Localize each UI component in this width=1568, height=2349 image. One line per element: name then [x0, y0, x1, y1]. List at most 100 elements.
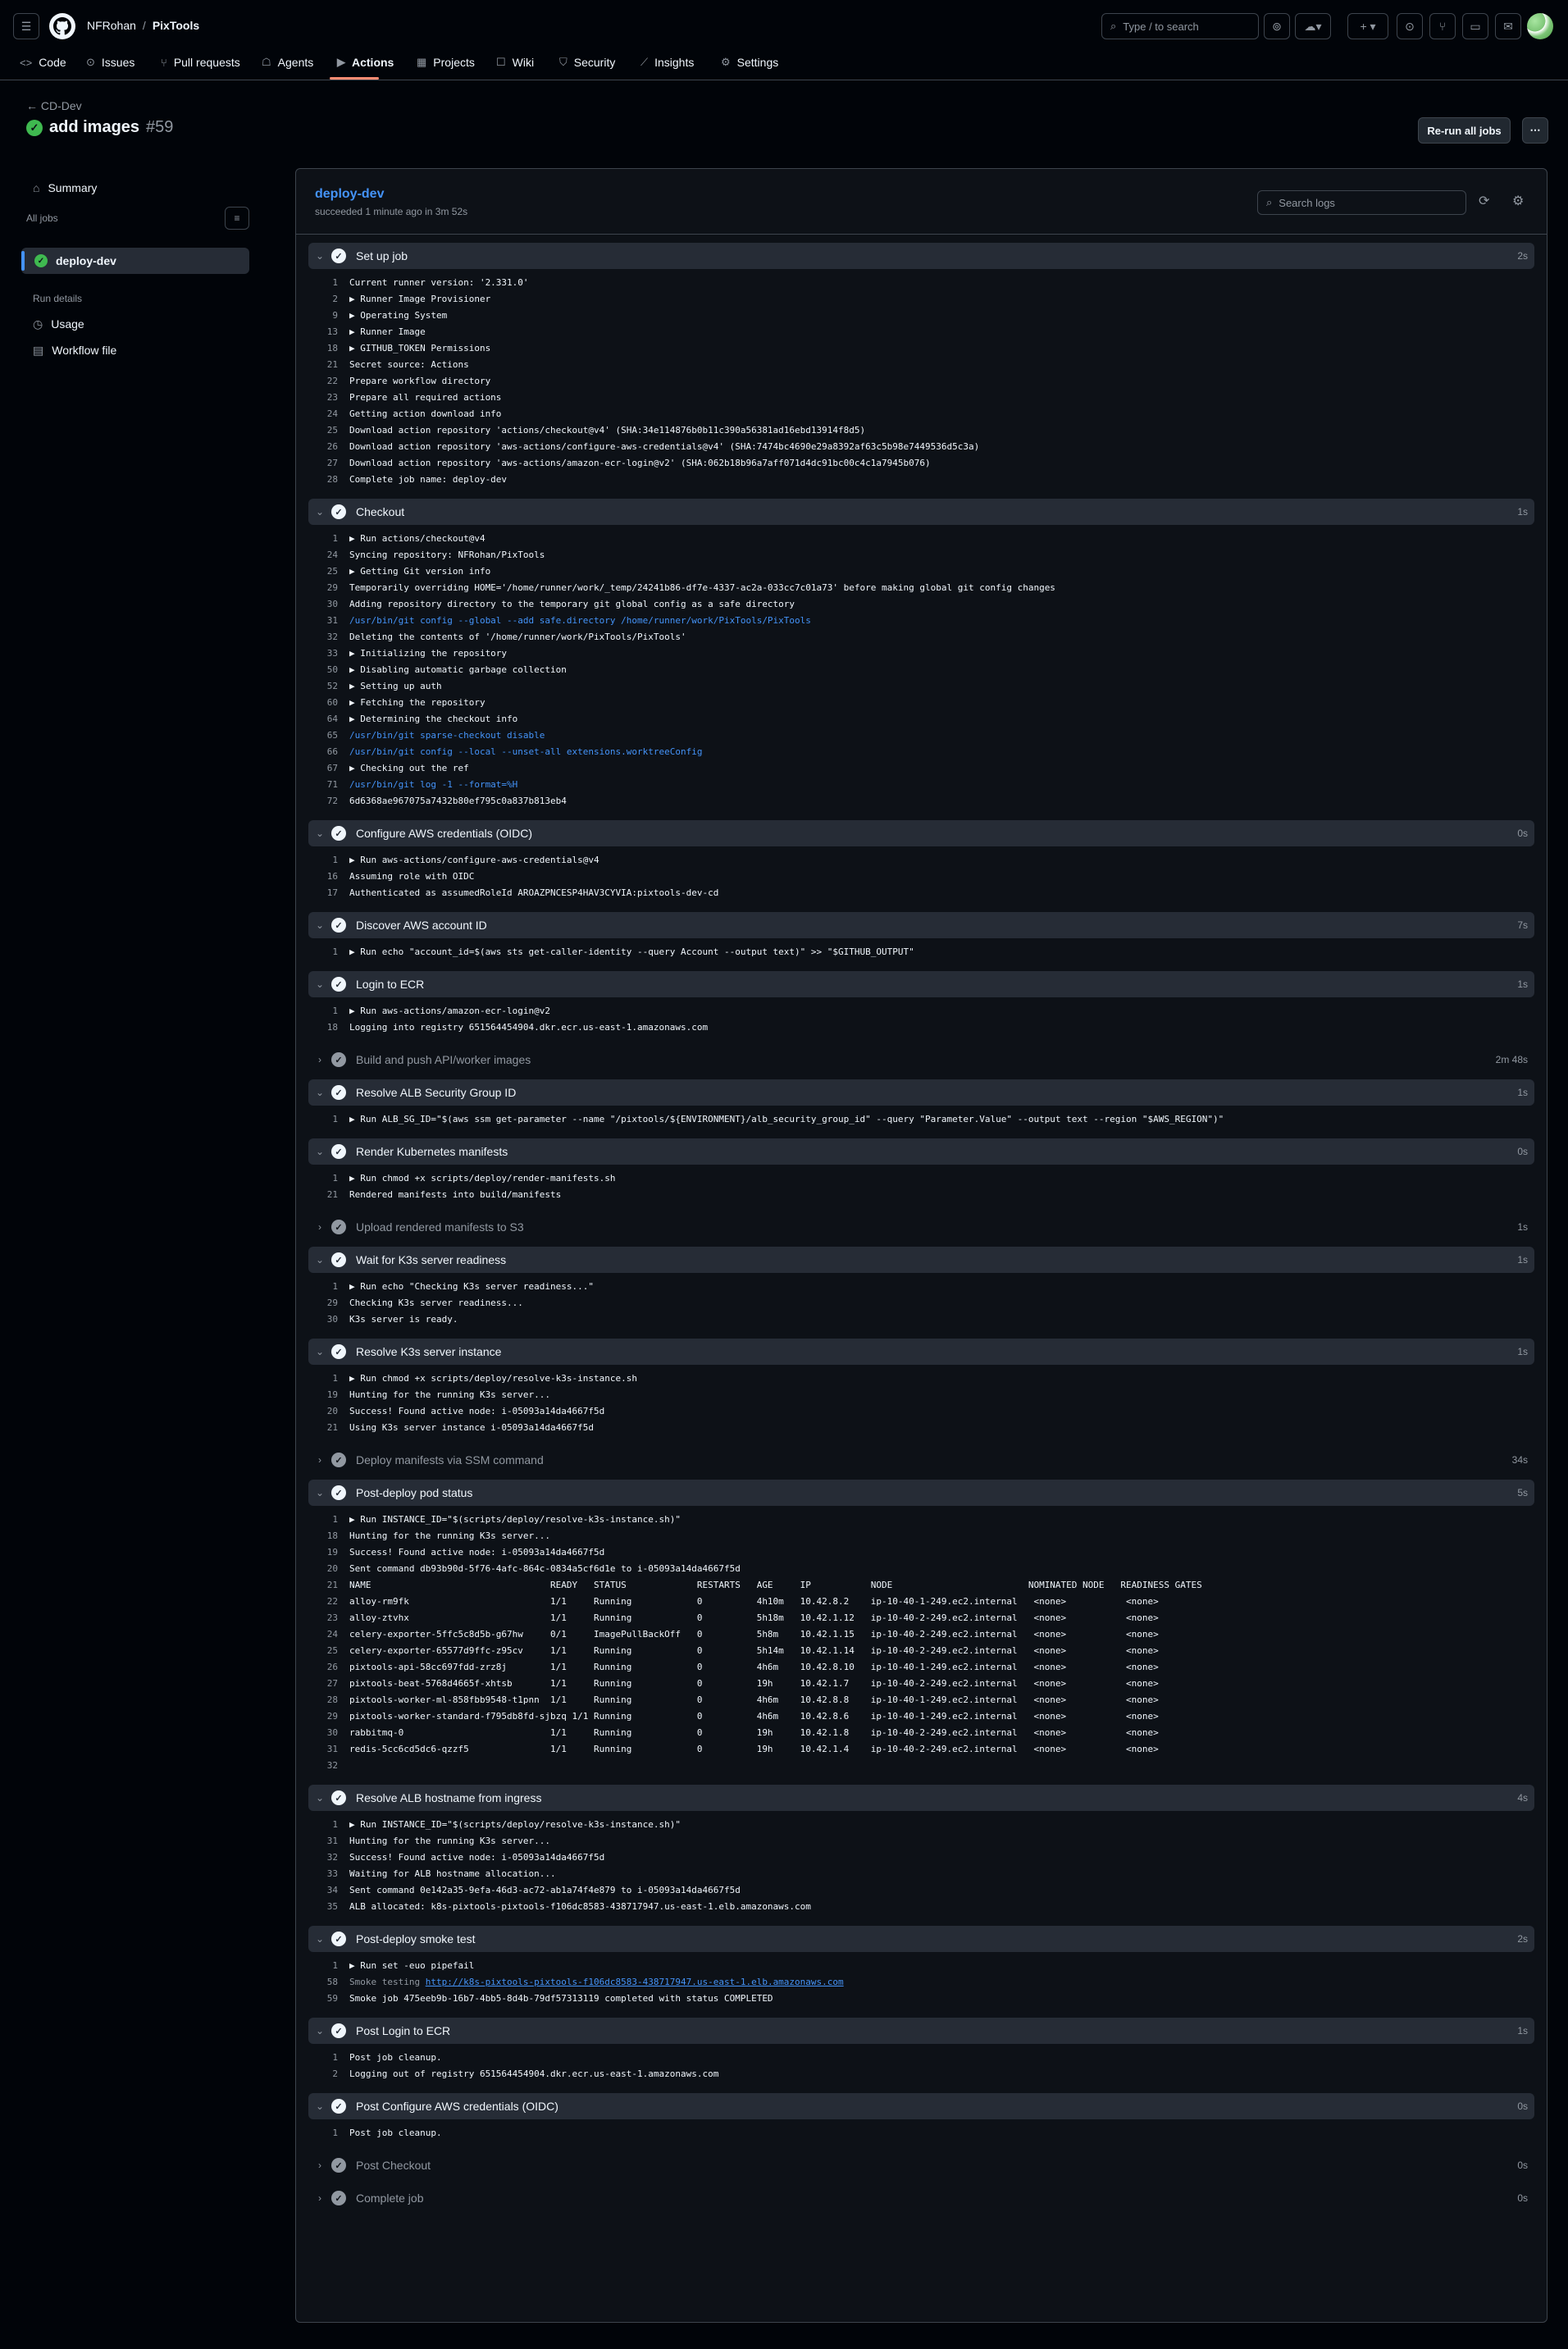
- line-number[interactable]: 30: [308, 1314, 349, 1325]
- line-number[interactable]: 64: [308, 714, 349, 724]
- issues-button[interactable]: ⊙: [1397, 13, 1423, 39]
- line-number[interactable]: 25: [308, 566, 349, 577]
- rerun-all-jobs-button[interactable]: Re-run all jobs: [1418, 117, 1511, 144]
- line-number[interactable]: 28: [308, 1694, 349, 1705]
- tab-wiki[interactable]: ☐ Wiki: [496, 52, 534, 72]
- avatar[interactable]: [1527, 13, 1553, 39]
- line-number[interactable]: 20: [308, 1406, 349, 1416]
- line-number[interactable]: 1: [308, 1960, 349, 1971]
- line-number[interactable]: 67: [308, 763, 349, 773]
- line-number[interactable]: 58: [308, 1977, 349, 1987]
- job-title[interactable]: deploy-dev: [315, 187, 384, 202]
- line-number[interactable]: 21: [308, 1189, 349, 1200]
- line-number[interactable]: 22: [308, 1596, 349, 1607]
- line-number[interactable]: 1: [308, 1114, 349, 1124]
- step-header[interactable]: › ✓ Complete job 0s: [308, 2185, 1534, 2211]
- line-number[interactable]: 17: [308, 887, 349, 898]
- filter-jobs-button[interactable]: ≡: [225, 207, 249, 230]
- line-number[interactable]: 33: [308, 1868, 349, 1879]
- tab-issues[interactable]: ⊙ Issues: [86, 52, 134, 72]
- line-number[interactable]: 24: [308, 408, 349, 419]
- tab-insights[interactable]: ⟋ Insights: [640, 52, 694, 72]
- tab-actions[interactable]: ▶ Actions: [337, 52, 394, 72]
- workflow-breadcrumb[interactable]: ← CD-Dev: [26, 99, 82, 112]
- step-header[interactable]: ⌄ ✓ Discover AWS account ID 7s: [308, 912, 1534, 938]
- step-header[interactable]: ⌄ ✓ Set up job 2s: [308, 243, 1534, 269]
- github-logo-icon[interactable]: [49, 13, 75, 39]
- line-number[interactable]: 1: [308, 1173, 349, 1184]
- line-number[interactable]: 66: [308, 746, 349, 757]
- inbox-button[interactable]: ✉: [1495, 13, 1521, 39]
- copilot-button[interactable]: ⊚: [1264, 13, 1290, 39]
- step-header[interactable]: › ✓ Deploy manifests via SSM command 34s: [308, 1447, 1534, 1473]
- line-number[interactable]: 60: [308, 697, 349, 708]
- menu-button[interactable]: ☰: [13, 13, 39, 39]
- log-link[interactable]: http://k8s-pixtools-pixtools-f106dc8583-…: [426, 1977, 844, 1987]
- line-number[interactable]: 1: [308, 2052, 349, 2063]
- line-number[interactable]: 19: [308, 1389, 349, 1400]
- line-number[interactable]: 52: [308, 681, 349, 691]
- tab-projects[interactable]: ▦ Projects: [417, 52, 475, 72]
- line-number[interactable]: 21: [308, 1580, 349, 1590]
- line-number[interactable]: 13: [308, 326, 349, 337]
- line-number[interactable]: 1: [308, 1373, 349, 1384]
- line-number[interactable]: 27: [308, 458, 349, 468]
- repo-owner-link[interactable]: NFRohan: [87, 19, 136, 32]
- search-logs-input[interactable]: ⌕ Search logs: [1257, 190, 1466, 215]
- step-header[interactable]: ⌄ ✓ Checkout 1s: [308, 499, 1534, 525]
- more-options-button[interactable]: ⋯: [1522, 117, 1548, 144]
- line-number[interactable]: 18: [308, 1022, 349, 1033]
- step-header[interactable]: ⌄ ✓ Post Login to ECR 1s: [308, 2018, 1534, 2044]
- line-number[interactable]: 1: [308, 1006, 349, 1016]
- copilot-menu-button[interactable]: ☁▾: [1295, 13, 1331, 39]
- line-number[interactable]: 35: [308, 1901, 349, 1912]
- create-new-button[interactable]: + ▾: [1347, 13, 1388, 39]
- line-number[interactable]: 25: [308, 425, 349, 436]
- line-number[interactable]: 25: [308, 1645, 349, 1656]
- line-number[interactable]: 1: [308, 1281, 349, 1292]
- repositories-button[interactable]: ▭: [1462, 13, 1488, 39]
- line-number[interactable]: 65: [308, 730, 349, 741]
- line-number[interactable]: 29: [308, 1298, 349, 1308]
- line-number[interactable]: 24: [308, 550, 349, 560]
- repo-name-link[interactable]: PixTools: [153, 19, 199, 32]
- tab-settings[interactable]: ⚙ Settings: [721, 52, 778, 72]
- line-number[interactable]: 1: [308, 946, 349, 957]
- step-header[interactable]: ⌄ ✓ Render Kubernetes manifests 0s: [308, 1138, 1534, 1165]
- sidebar-item-usage[interactable]: ◷ Usage: [26, 311, 249, 337]
- line-number[interactable]: 32: [308, 1760, 349, 1771]
- line-number[interactable]: 71: [308, 779, 349, 790]
- line-number[interactable]: 50: [308, 664, 349, 675]
- sidebar-item-workflow-file[interactable]: ▤ Workflow file: [26, 337, 249, 363]
- line-number[interactable]: 1: [308, 277, 349, 288]
- line-number[interactable]: 1: [308, 855, 349, 865]
- step-header[interactable]: › ✓ Upload rendered manifests to S3 1s: [308, 1214, 1534, 1240]
- step-header[interactable]: ⌄ ✓ Resolve K3s server instance 1s: [308, 1339, 1534, 1365]
- line-number[interactable]: 31: [308, 1744, 349, 1754]
- step-header[interactable]: ⌄ ✓ Resolve ALB Security Group ID 1s: [308, 1079, 1534, 1106]
- global-search-input[interactable]: ⌕ Type / to search: [1101, 13, 1259, 39]
- line-number[interactable]: 18: [308, 1530, 349, 1541]
- line-number[interactable]: 29: [308, 582, 349, 593]
- tab-agents[interactable]: ☖ Agents: [262, 52, 313, 72]
- line-number[interactable]: 2: [308, 2068, 349, 2079]
- step-header[interactable]: ⌄ ✓ Configure AWS credentials (OIDC) 0s: [308, 820, 1534, 846]
- line-number[interactable]: 23: [308, 392, 349, 403]
- line-number[interactable]: 26: [308, 1662, 349, 1672]
- line-number[interactable]: 16: [308, 871, 349, 882]
- line-number[interactable]: 20: [308, 1563, 349, 1574]
- line-number[interactable]: 29: [308, 1711, 349, 1722]
- line-number[interactable]: 23: [308, 1612, 349, 1623]
- line-number[interactable]: 30: [308, 599, 349, 609]
- line-number[interactable]: 31: [308, 615, 349, 626]
- line-number[interactable]: 31: [308, 1836, 349, 1846]
- tab-code[interactable]: <> Code: [20, 52, 66, 72]
- step-header[interactable]: ⌄ ✓ Post Configure AWS credentials (OIDC) 0…: [308, 2093, 1534, 2119]
- line-number[interactable]: 72: [308, 796, 349, 806]
- line-number[interactable]: 30: [308, 1727, 349, 1738]
- line-number[interactable]: 2: [308, 294, 349, 304]
- line-number[interactable]: 1: [308, 2128, 349, 2138]
- step-header[interactable]: › ✓ Build and push API/worker images 2m 48s: [308, 1047, 1534, 1073]
- line-number[interactable]: 18: [308, 343, 349, 353]
- line-number[interactable]: 32: [308, 1852, 349, 1863]
